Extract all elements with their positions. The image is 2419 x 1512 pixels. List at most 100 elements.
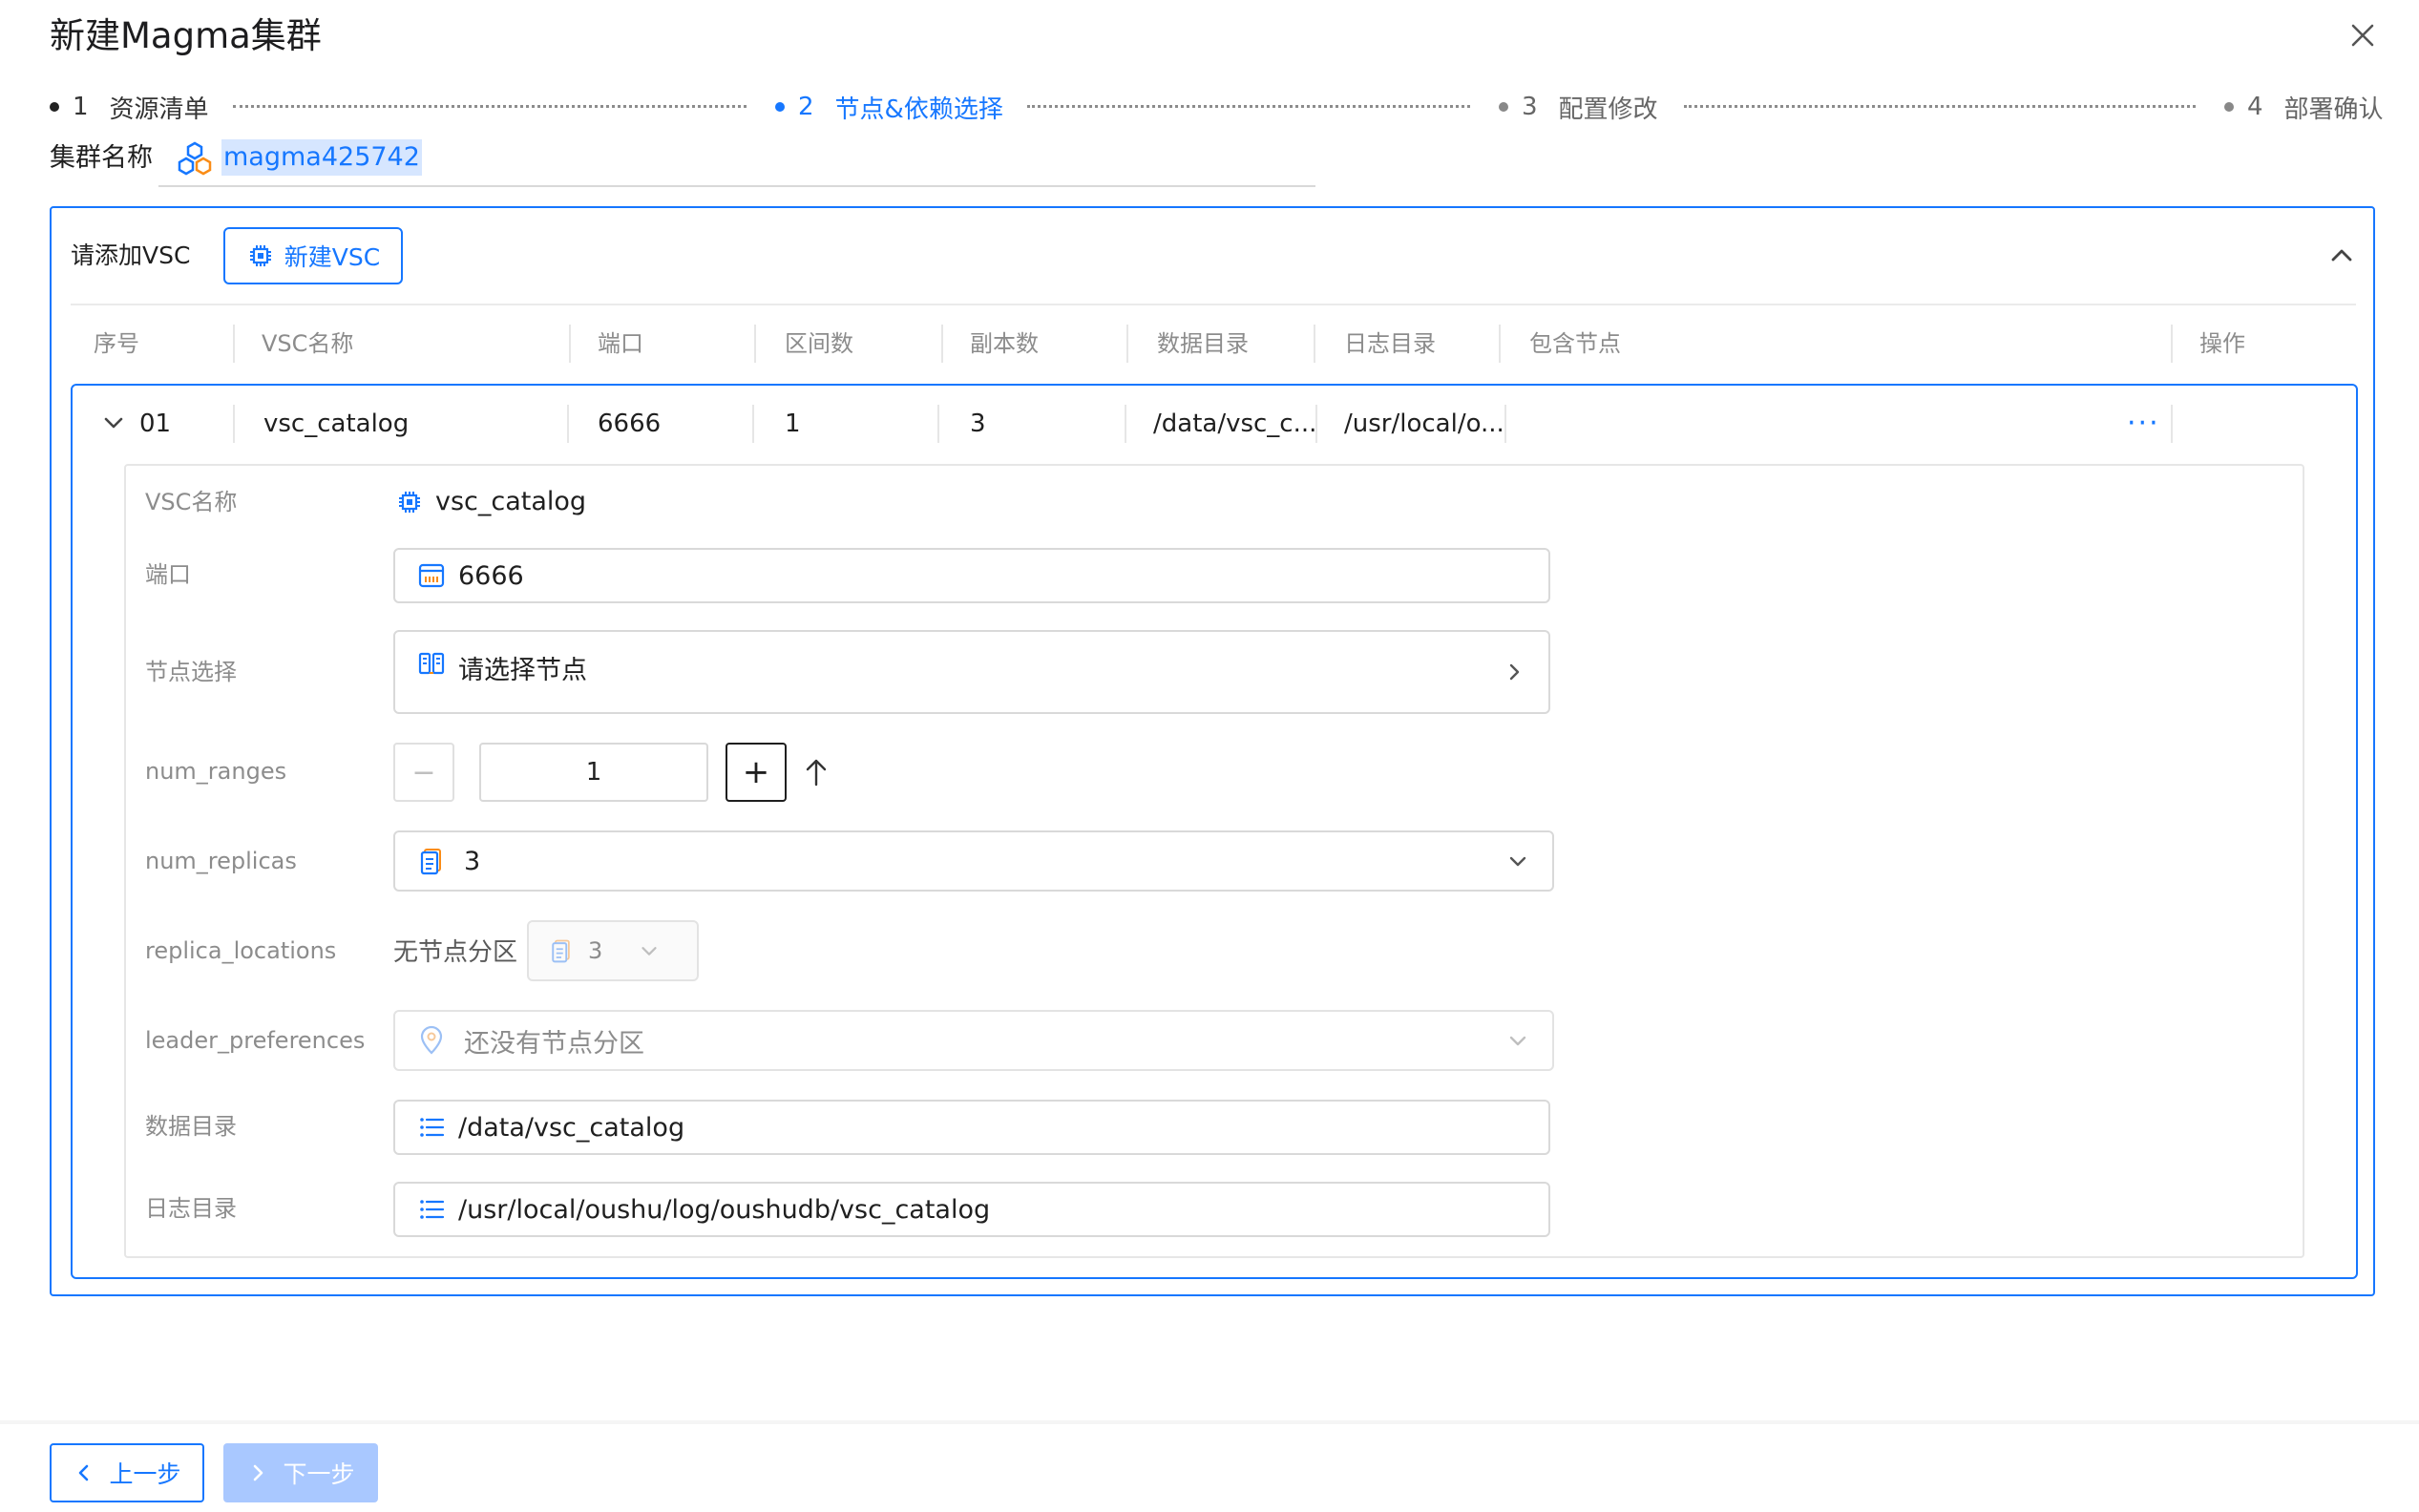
chevron-down-icon xyxy=(642,947,657,956)
list-icon xyxy=(420,1118,445,1137)
vsc-name-text: vsc_catalog xyxy=(435,487,587,516)
step-4: 4 部署确认 xyxy=(2224,88,2384,126)
step-connector xyxy=(1027,105,1470,108)
data-dir-label: 数据目录 xyxy=(145,1113,237,1140)
column-divider xyxy=(941,325,943,363)
prev-button[interactable]: 上一步 xyxy=(50,1443,204,1502)
replica-icon xyxy=(552,939,570,963)
data-dir-value: /data/vsc_catalog xyxy=(458,1112,685,1143)
step-number: 1 xyxy=(73,93,89,121)
step-dot xyxy=(1499,102,1508,112)
node-select-label: 节点选择 xyxy=(145,659,237,685)
chevron-right-icon xyxy=(254,1464,263,1481)
num-ranges-input[interactable]: 1 xyxy=(479,743,708,802)
step-2: 2 节点&依赖选择 xyxy=(775,88,1003,126)
replica-locations-label: replica_locations xyxy=(145,937,337,964)
vsc-name-label: VSC名称 xyxy=(145,489,238,515)
vsc-name-value: vsc_catalog xyxy=(395,485,586,519)
log-dir-input[interactable]: /usr/local/oushu/log/oushudb/vsc_catalog xyxy=(393,1182,1550,1237)
dialog-title: 新建Magma集群 xyxy=(50,15,322,56)
cell-replicas: 3 xyxy=(970,410,986,438)
chip-icon xyxy=(399,492,420,513)
leader-preferences-placeholder: 还没有节点分区 xyxy=(464,1028,644,1059)
th-action: 操作 xyxy=(2199,330,2245,357)
prev-label: 上一步 xyxy=(109,1460,181,1488)
column-divider xyxy=(569,325,571,363)
step-connector xyxy=(1684,105,2196,108)
step-connector xyxy=(233,105,747,108)
cell-name: vsc_catalog xyxy=(263,410,410,438)
column-divider xyxy=(2171,325,2173,363)
step-dot xyxy=(775,102,785,112)
cell-index: 01 xyxy=(139,410,172,438)
th-data-dir: 数据目录 xyxy=(1157,330,1249,357)
no-partition-text: 无节点分区 xyxy=(393,938,518,967)
num-replicas-select[interactable]: 3 xyxy=(393,830,1554,892)
location-icon xyxy=(420,1025,443,1055)
node-select[interactable]: 请选择节点 xyxy=(393,630,1550,714)
step-number: 2 xyxy=(798,93,814,121)
step-label: 节点&依赖选择 xyxy=(834,94,1003,124)
column-divider xyxy=(754,325,756,363)
column-divider xyxy=(2171,405,2173,443)
node-select-placeholder: 请选择节点 xyxy=(458,656,587,685)
step-label: 部署确认 xyxy=(2283,94,2384,124)
num-replicas-label: num_replicas xyxy=(145,848,297,874)
num-replicas-value: 3 xyxy=(464,846,481,876)
column-divider xyxy=(937,405,939,443)
th-replicas: 副本数 xyxy=(970,330,1039,357)
step-dot xyxy=(2224,102,2234,112)
th-log-dir: 日志目录 xyxy=(1344,330,1436,357)
port-label: 端口 xyxy=(145,561,191,588)
panel-divider xyxy=(71,304,2356,305)
step-3: 3 配置修改 xyxy=(1499,88,1658,126)
column-divider xyxy=(1504,405,1506,443)
column-divider xyxy=(233,405,235,443)
th-name: VSC名称 xyxy=(262,330,354,357)
num-ranges-label: num_ranges xyxy=(145,758,287,785)
port-input[interactable]: 6666 xyxy=(393,548,1550,603)
chevron-down-icon xyxy=(1509,856,1526,867)
chevron-right-icon xyxy=(1509,663,1520,681)
column-divider xyxy=(1315,405,1317,443)
port-icon xyxy=(418,563,445,588)
step-label: 配置修改 xyxy=(1558,94,1658,124)
column-divider xyxy=(1499,325,1501,363)
more-icon[interactable]: ··· xyxy=(2127,405,2160,443)
step-number: 4 xyxy=(2247,93,2263,121)
column-divider xyxy=(1126,325,1128,363)
column-divider xyxy=(1314,325,1315,363)
th-ranges: 区间数 xyxy=(785,330,853,357)
chip-icon xyxy=(249,245,271,266)
step-1: 1 资源清单 xyxy=(50,88,209,126)
column-divider xyxy=(567,405,569,443)
chevron-up-icon[interactable] xyxy=(2325,239,2358,271)
cluster-icon xyxy=(178,141,212,176)
increment-button[interactable]: + xyxy=(726,743,787,802)
cell-ranges: 1 xyxy=(785,410,801,438)
leader-preferences-select[interactable]: 还没有节点分区 xyxy=(393,1010,1554,1071)
close-icon[interactable] xyxy=(2346,19,2379,52)
step-number: 3 xyxy=(1522,93,1538,121)
column-divider xyxy=(1125,405,1126,443)
cell-log-dir: /usr/local/o... xyxy=(1344,410,1504,438)
chevron-left-icon xyxy=(79,1464,89,1481)
decrement-button[interactable]: − xyxy=(393,743,454,802)
column-divider xyxy=(752,405,754,443)
cell-port: 6666 xyxy=(598,410,662,438)
log-dir-label: 日志目录 xyxy=(145,1195,237,1222)
th-port: 端口 xyxy=(598,330,643,357)
cluster-name-underline xyxy=(158,185,1315,187)
th-nodes: 包含节点 xyxy=(1529,330,1621,357)
cluster-name-input[interactable]: magma425742 xyxy=(221,139,422,176)
chevron-down-icon[interactable] xyxy=(99,409,128,437)
new-vsc-button[interactable]: 新建VSC xyxy=(223,227,403,284)
list-icon xyxy=(420,1200,445,1219)
next-button[interactable]: 下一步 xyxy=(223,1443,378,1502)
arrow-up-icon xyxy=(806,759,827,787)
replica-location-select[interactable]: 3 xyxy=(527,920,699,981)
cluster-name-label: 集群名称 xyxy=(50,143,153,173)
port-value: 6666 xyxy=(458,560,524,591)
replica-location-value: 3 xyxy=(588,937,603,964)
data-dir-input[interactable]: /data/vsc_catalog xyxy=(393,1100,1550,1155)
